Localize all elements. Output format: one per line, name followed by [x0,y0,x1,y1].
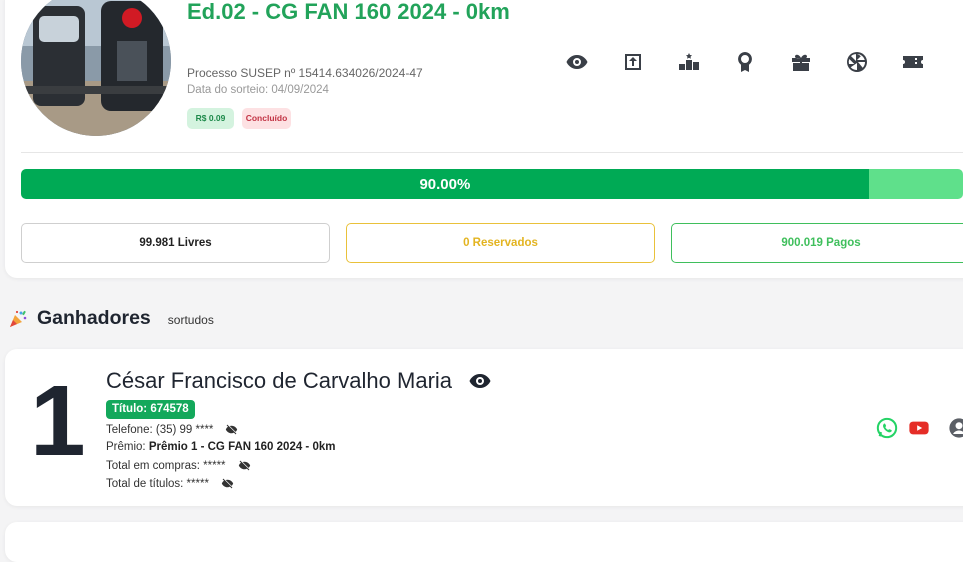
ranking-icon[interactable] [677,50,701,74]
progress-fill: 90.00% [21,169,869,199]
draw-date: Data do sorteio: 04/09/2024 [187,84,329,96]
free-count[interactable]: 99.981 Livres [21,223,330,263]
gift-icon[interactable] [789,50,813,74]
price-badge: R$ 0.09 [187,108,234,129]
susep-process: Processo SUSEP nº 15414.634026/2024-47 [187,66,423,80]
wheel-icon[interactable] [845,50,869,74]
winner-phone-row: Telefone: (35) 99 **** [106,423,238,436]
winner-name-row: César Francisco de Carvalho Maria [106,368,492,394]
eye-off-icon[interactable] [221,477,234,490]
winner-phone: Telefone: (35) 99 **** [106,423,214,436]
winner-purchases-row: Total em compras: ***** [106,459,251,472]
paid-count[interactable]: 900.019 Pagos [671,223,963,263]
award-icon[interactable] [733,50,757,74]
eye-off-icon[interactable] [225,423,238,436]
divider [21,152,963,153]
ticket-badge: Título: 674578 [106,400,195,419]
prize-label: Prêmio: [106,441,146,453]
whatsapp-icon[interactable] [876,417,898,439]
ticket-icon[interactable] [901,50,925,74]
toolbar [565,50,963,74]
draw-title: Ed.02 - CG FAN 160 2024 - 0km [187,0,510,24]
winners-title: Ganhadores [37,307,151,329]
total-purchases: Total em compras: ***** [106,459,226,472]
winner-tickets-row: Total de títulos: ***** [106,477,234,490]
more-icon[interactable] [957,50,963,74]
winner-rank: 1 [30,365,86,477]
sales-progress-bar: 90.00% [21,169,963,199]
winners-header: Ganhadores sortudos [8,307,214,330]
reserved-count[interactable]: 0 Reservados [346,223,655,263]
social-links [876,417,963,439]
eye-off-icon[interactable] [238,459,251,472]
progress-label: 90.00% [419,175,471,193]
total-tickets: Total de títulos: ***** [106,477,209,490]
user-icon[interactable] [948,417,963,439]
winners-subtitle: sortudos [167,313,214,327]
eye-icon[interactable] [565,50,589,74]
prize-value: Prêmio 1 - CG FAN 160 2024 - 0km [148,441,336,453]
next-winner-card [5,522,963,562]
winner-name: César Francisco de Carvalho Maria [106,368,453,393]
winner-prize-row: Prêmio: Prêmio 1 - CG FAN 160 2024 - 0km [106,441,335,453]
party-icon [10,310,27,327]
eye-icon[interactable] [468,369,492,393]
share-icon[interactable] [621,50,645,74]
status-badge: Concluído [242,108,291,129]
youtube-icon[interactable] [908,417,930,439]
